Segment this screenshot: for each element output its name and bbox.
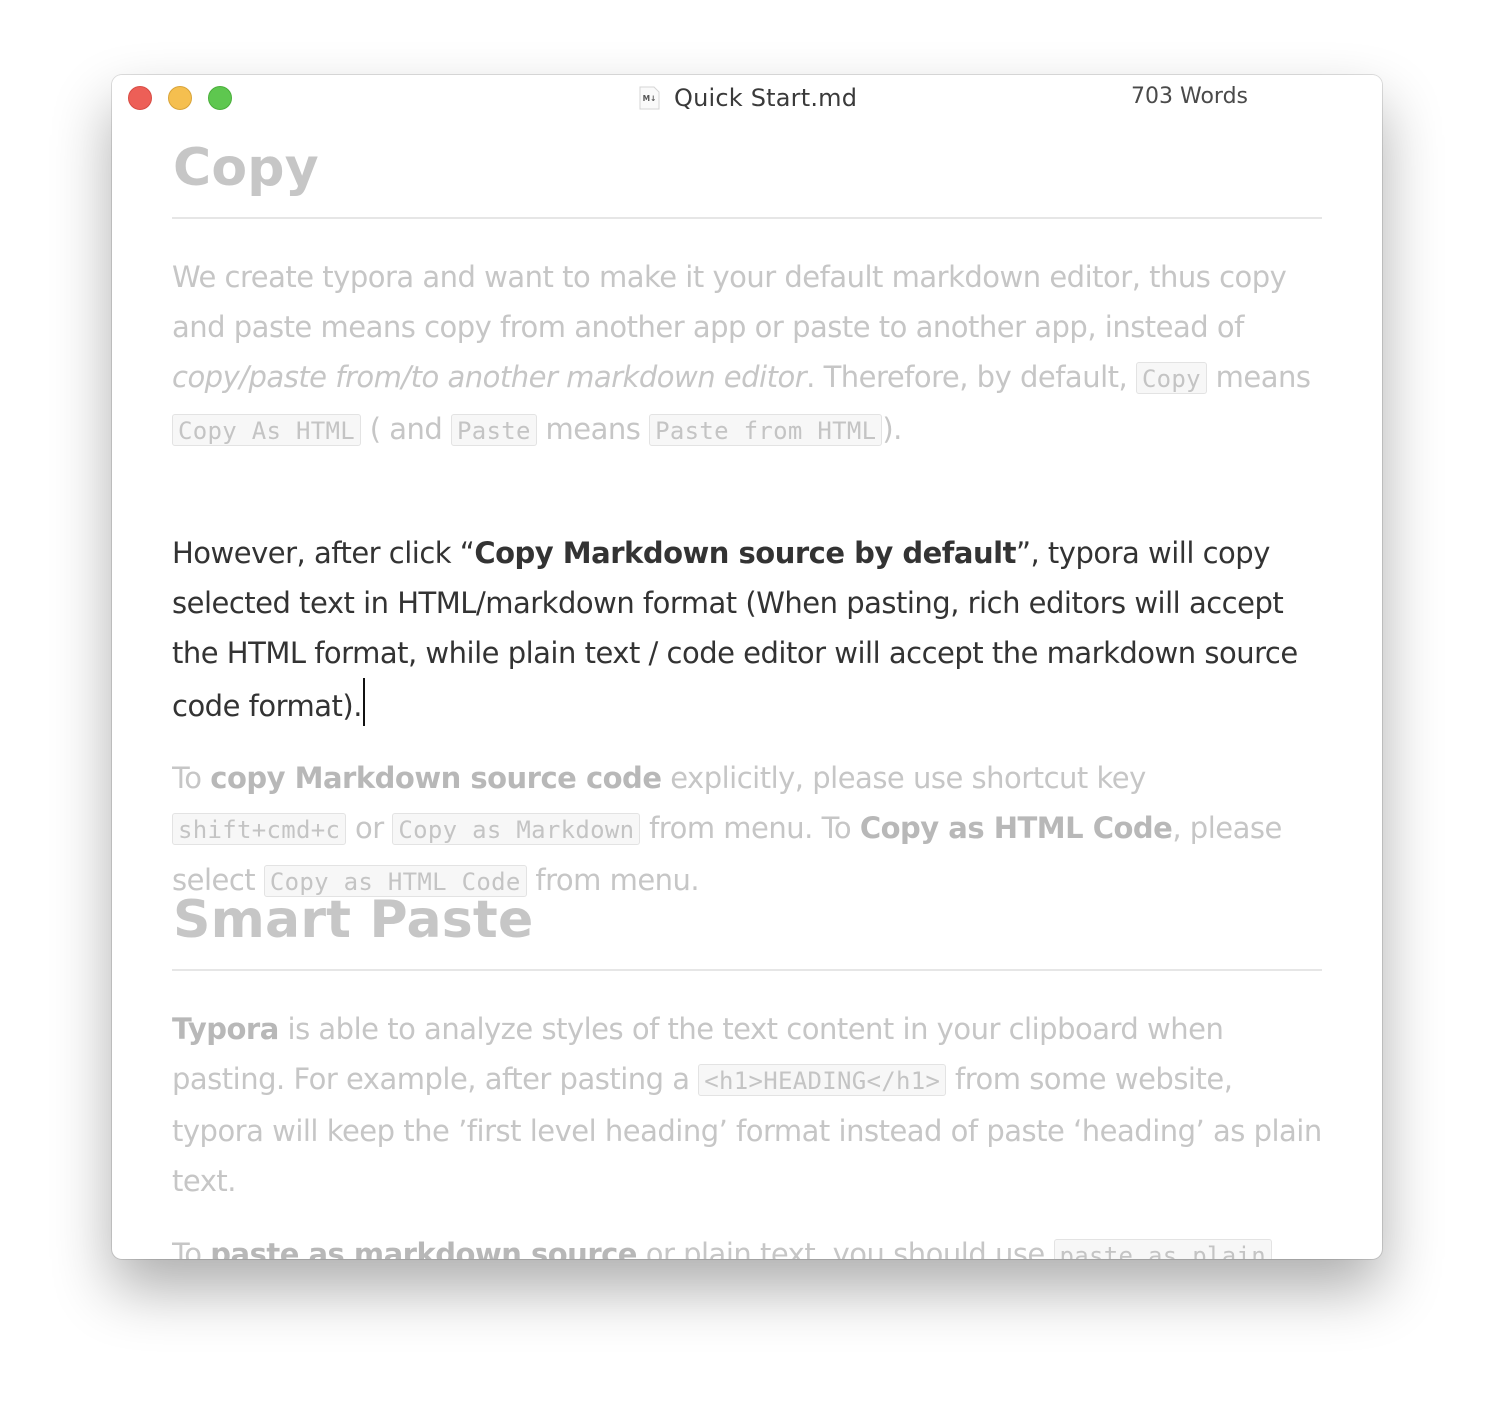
inline-code: paste as plain bbox=[1053, 1239, 1272, 1259]
heading-rule bbox=[172, 969, 1322, 971]
window-title-group: M↓ Quick Start.md bbox=[638, 83, 857, 113]
text-cursor bbox=[362, 678, 365, 726]
zoom-window-button[interactable] bbox=[208, 86, 232, 110]
minimize-window-button[interactable] bbox=[168, 86, 192, 110]
heading-copy[interactable]: Copy bbox=[173, 142, 319, 194]
inline-code: <h1>HEADING</h1> bbox=[698, 1064, 947, 1096]
word-count[interactable]: 703 Words bbox=[1131, 84, 1248, 109]
inline-code: Paste bbox=[451, 414, 537, 446]
text-run: means bbox=[1206, 360, 1311, 394]
text-run: explicitly, please use shortcut key bbox=[661, 761, 1146, 795]
paragraph-paste-plain[interactable]: To paste as markdown source or plain tex… bbox=[172, 1229, 1322, 1259]
paragraph-copy-intro[interactable]: We create typora and want to make it you… bbox=[172, 252, 1322, 456]
text-run: However, after click “ bbox=[172, 536, 475, 570]
heading-smart-paste[interactable]: Smart Paste bbox=[173, 894, 533, 946]
markdown-file-icon: M↓ bbox=[639, 86, 660, 110]
text-run: To bbox=[172, 761, 211, 795]
paragraph-copy-markdown-default[interactable]: However, after click “Copy Markdown sour… bbox=[172, 528, 1322, 731]
bold-text: Copy as HTML Code bbox=[859, 811, 1173, 845]
text-run: ). bbox=[882, 412, 902, 446]
text-run: means bbox=[536, 412, 650, 446]
bold-text: copy Markdown source code bbox=[210, 761, 662, 795]
editor-window: M↓ Quick Start.md 703 Words Copy We crea… bbox=[112, 75, 1382, 1259]
inline-code: Paste from HTML bbox=[649, 414, 883, 446]
text-run: or plain text, you should use bbox=[636, 1237, 1054, 1259]
window-title: Quick Start.md bbox=[674, 84, 858, 112]
editor-content[interactable]: Copy We create typora and want to make i… bbox=[172, 121, 1322, 1259]
inline-code: Copy As HTML bbox=[172, 414, 361, 446]
paragraph-copy-shortcuts[interactable]: To copy Markdown source code explicitly,… bbox=[172, 753, 1322, 907]
close-window-button[interactable] bbox=[128, 86, 152, 110]
title-bar[interactable]: M↓ Quick Start.md 703 Words bbox=[112, 75, 1382, 121]
text-run: . Therefore, by default, bbox=[806, 360, 1136, 394]
bold-text: paste as markdown source bbox=[210, 1237, 637, 1259]
inline-code: Copy bbox=[1135, 362, 1207, 394]
heading-rule bbox=[172, 217, 1322, 219]
text-run: from menu. To bbox=[640, 811, 860, 845]
emphasis-text: copy/paste from/to another markdown edit… bbox=[172, 360, 807, 394]
inline-code: shift+cmd+c bbox=[172, 813, 347, 845]
markdown-file-icon-label: M↓ bbox=[643, 94, 657, 103]
bold-text: Typora bbox=[172, 1012, 279, 1046]
inline-code: Copy as Markdown bbox=[392, 813, 641, 845]
text-run: from menu. bbox=[526, 863, 700, 897]
paragraph-smart-paste[interactable]: Typora is able to analyze styles of the … bbox=[172, 1004, 1322, 1206]
bold-text: Copy Markdown source by default bbox=[474, 536, 1016, 570]
text-run: or bbox=[346, 811, 393, 845]
text-run: We create typora and want to make it you… bbox=[172, 260, 1287, 344]
text-run: ( and bbox=[361, 412, 452, 446]
text-run: To bbox=[172, 1237, 211, 1259]
